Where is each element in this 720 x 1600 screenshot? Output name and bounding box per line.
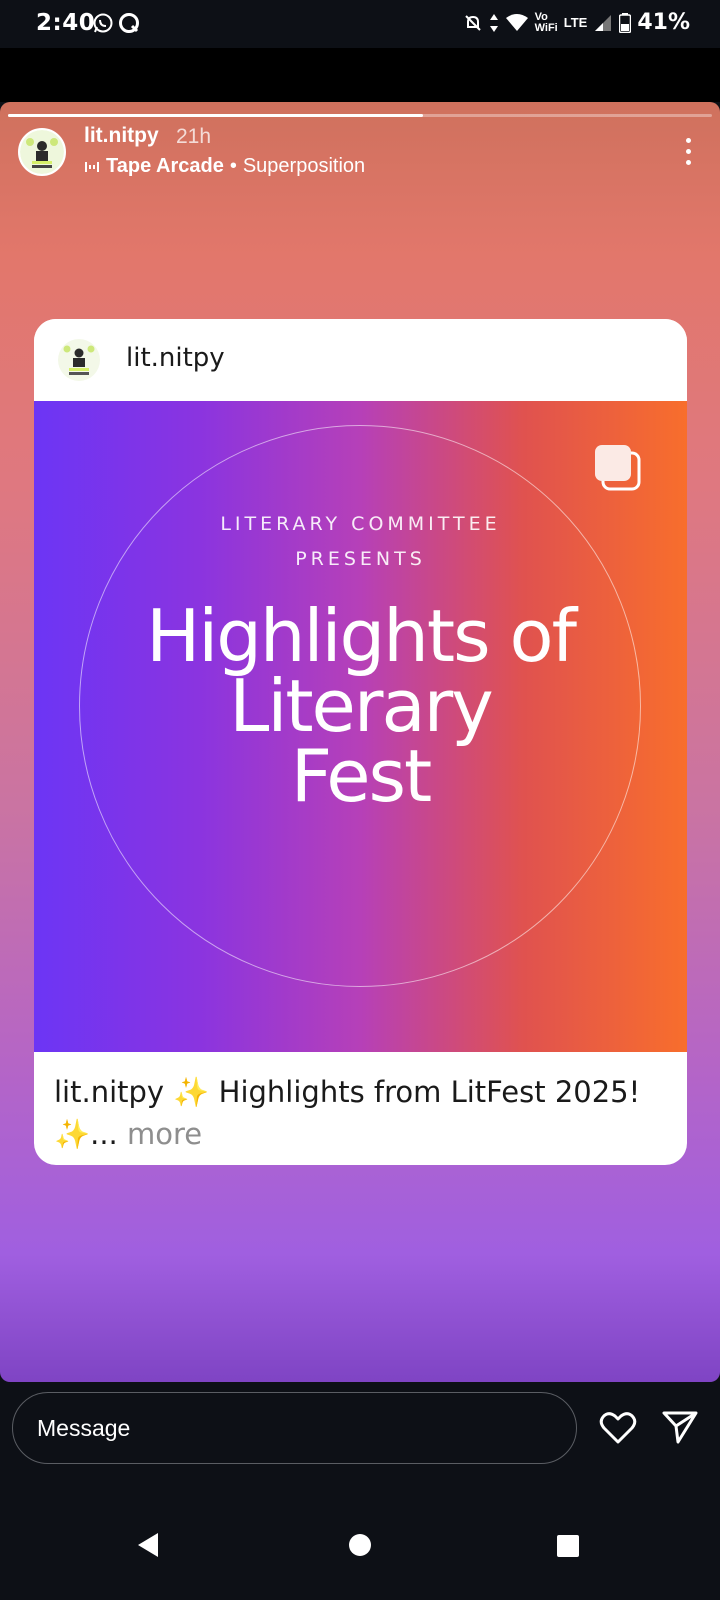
heart-icon[interactable] (598, 1408, 638, 1448)
image-subtitle-line2: PRESENTS (295, 548, 426, 570)
top-spacer (0, 48, 720, 102)
caption-user: lit.nitpy (54, 1075, 165, 1109)
image-title-line2: Literary (229, 664, 494, 748)
carousel-icon (595, 445, 641, 491)
caption-more-link[interactable]: more (127, 1117, 202, 1151)
status-bar: 2:40 Vo WiFi LTE 41% (0, 0, 720, 48)
status-left-icons (92, 12, 140, 34)
bottom-bar (0, 1382, 720, 1600)
status-time: 2:40 (36, 10, 96, 36)
story-music[interactable]: Tape Arcade • Superposition (84, 155, 365, 178)
battery-percent: 41% (637, 10, 690, 35)
battery-icon (619, 12, 632, 33)
story-username[interactable]: lit.nitpy (84, 124, 159, 148)
more-vertical-icon[interactable] (684, 138, 692, 165)
home-icon[interactable] (349, 1534, 371, 1556)
music-track: Tape Arcade (106, 155, 224, 177)
story-avatar[interactable] (18, 128, 66, 176)
image-title-line3: Fest (290, 734, 433, 818)
back-icon[interactable] (136, 1532, 160, 1558)
status-right-icons: Vo WiFi LTE 41% (463, 10, 690, 35)
recents-icon[interactable] (557, 1535, 579, 1557)
post-avatar[interactable] (58, 339, 100, 381)
post-caption[interactable]: lit.nitpy ✨ Highlights from LitFest 2025… (54, 1071, 654, 1155)
signal-icon (595, 14, 612, 31)
mute-icon (464, 14, 481, 31)
image-subtitle-line1: LITERARY COMMITTEE (220, 513, 501, 535)
message-input[interactable] (12, 1392, 577, 1464)
story-progress-fill (8, 114, 424, 117)
wifi-icon (505, 13, 528, 31)
image-title-line1: Highlights of (146, 594, 577, 678)
send-icon[interactable] (660, 1406, 700, 1446)
post-username[interactable]: lit.nitpy (126, 343, 225, 373)
story-time-ago: 21h (176, 125, 212, 148)
shared-post-card[interactable]: lit.nitpy LITERARY COMMITTEE PRESENTS Hi… (34, 319, 687, 1165)
story-view[interactable]: lit.nitpy 21h Tape Arcade • Superpositio… (0, 102, 720, 1382)
chat-icon (119, 13, 139, 33)
shared-post-header: lit.nitpy (34, 319, 687, 401)
post-image[interactable]: LITERARY COMMITTEE PRESENTS Highlights o… (34, 401, 687, 1052)
music-artist: Superposition (242, 155, 366, 177)
whatsapp-icon (93, 13, 113, 33)
image-title: Highlights of Literary Fest (34, 594, 687, 818)
music-separator: • (229, 155, 237, 177)
data-arrows-icon (489, 13, 498, 32)
avatar-image (20, 130, 64, 174)
lte-indicator: LTE (563, 15, 588, 30)
music-bars-icon (85, 161, 99, 172)
vowifi-indicator: Vo WiFi (534, 10, 558, 34)
story-progress-bar (8, 114, 712, 117)
